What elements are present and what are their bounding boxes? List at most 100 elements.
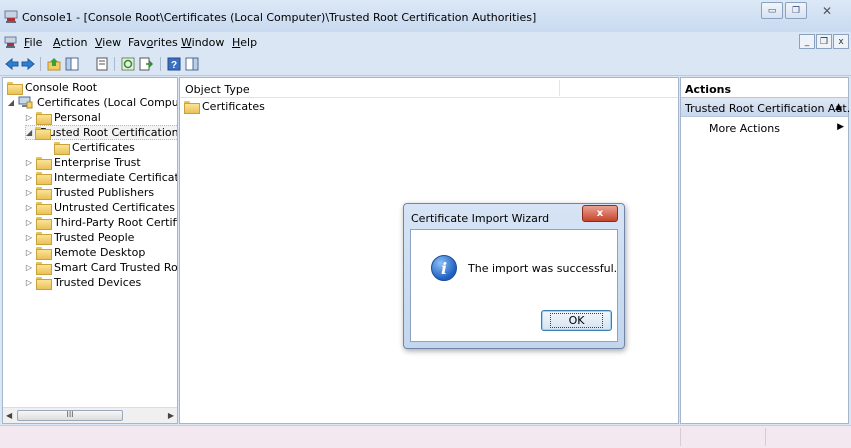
mdi-close-button[interactable]: x: [833, 34, 849, 49]
tree-item-label: Enterprise Trust: [54, 156, 141, 169]
tree-item-label: Untrusted Certificates: [54, 201, 175, 214]
tree-item-label: Certificates (Local Computer): [37, 96, 177, 109]
window-title: Console1 - [Console Root\Certificates (L…: [22, 11, 537, 24]
scroll-right-icon[interactable]: ▶: [168, 411, 174, 420]
actions-pane: Actions Trusted Root Certification Aut..…: [680, 77, 851, 424]
folder-icon: [36, 232, 52, 245]
expander-icon[interactable]: ▷: [25, 188, 33, 197]
dialog-body: i The import was successful. OK: [410, 229, 618, 342]
status-bar: [0, 425, 851, 448]
close-button[interactable]: ✕: [809, 2, 845, 19]
tree-item-intermediate-certification-authorities[interactable]: ▷ Intermediate Certification Au: [25, 170, 177, 185]
tree-item-trusted-people[interactable]: ▷ Trusted People: [25, 230, 134, 245]
expander-icon[interactable]: ▷: [25, 158, 33, 167]
dialog-close-button[interactable]: x: [582, 205, 618, 222]
expander-icon[interactable]: ▷: [25, 248, 33, 257]
help-icon[interactable]: ?: [166, 56, 182, 72]
menu-help[interactable]: Help: [232, 36, 257, 49]
tree-item-label: Trusted Devices: [54, 276, 142, 289]
folder-icon: [36, 112, 52, 125]
ok-button[interactable]: OK: [541, 310, 612, 331]
back-arrow-icon[interactable]: [4, 56, 20, 72]
tree-item-console-root[interactable]: Console Root: [7, 80, 97, 95]
expander-icon[interactable]: ▷: [25, 203, 33, 212]
info-icon: i: [431, 255, 457, 281]
list-item-certificates[interactable]: Certificates: [184, 100, 265, 114]
column-header-object-type[interactable]: Object Type: [180, 78, 678, 98]
certificate-import-wizard-dialog: Certificate Import Wizard x i The import…: [403, 203, 625, 349]
restore-button[interactable]: ❐: [785, 2, 807, 19]
tree-item-trusted-root-certification-authorities[interactable]: ◢ Trusted Root Certification Au: [25, 125, 178, 140]
column-divider[interactable]: [559, 80, 560, 96]
menu-file[interactable]: File: [24, 36, 42, 49]
tree-item-label: Third-Party Root Certification: [54, 216, 177, 229]
minimize-button[interactable]: ▭: [761, 2, 783, 19]
show-hide-tree-icon[interactable]: [64, 56, 80, 72]
export-list-icon[interactable]: [138, 56, 154, 72]
mdi-minimize-button[interactable]: _: [799, 34, 815, 49]
ok-button-label: OK: [549, 313, 604, 328]
menu-window[interactable]: Window: [181, 36, 224, 49]
tree-item-certificates-local-computer[interactable]: ◢ Certificates (Local Computer): [7, 95, 177, 110]
tree-item-trusted-devices[interactable]: ▷ Trusted Devices: [25, 275, 141, 290]
tree-item-label: Intermediate Certification Au: [54, 171, 177, 184]
tree-item-trusted-publishers[interactable]: ▷ Trusted Publishers: [25, 185, 154, 200]
console-doc-icon[interactable]: [4, 36, 17, 49]
folder-icon: [36, 247, 52, 260]
column-header-label: Object Type: [185, 83, 250, 96]
scrollbar-thumb[interactable]: III: [17, 410, 123, 421]
expander-icon[interactable]: ▷: [25, 218, 33, 227]
tree-item-certificates[interactable]: Certificates: [43, 140, 135, 155]
folder-icon: [36, 187, 52, 200]
menu-view[interactable]: View: [95, 36, 121, 49]
tree-item-smart-card-trusted-roots[interactable]: ▷ Smart Card Trusted Roots: [25, 260, 178, 275]
list-item-label: Certificates: [202, 100, 265, 113]
more-actions-link[interactable]: More Actions: [709, 122, 780, 135]
expander-icon[interactable]: ▷: [25, 173, 33, 182]
folder-icon: [36, 157, 52, 170]
console-tree: Console Root ◢ Certificates (Local Compu…: [2, 77, 178, 424]
expander-icon[interactable]: ▷: [25, 233, 33, 242]
collapse-up-icon[interactable]: ▲: [835, 102, 842, 112]
folder-icon: [36, 202, 52, 215]
tree-item-enterprise-trust[interactable]: ▷ Enterprise Trust: [25, 155, 141, 170]
show-hide-action-pane-icon[interactable]: [184, 56, 200, 72]
tree-horizontal-scrollbar[interactable]: ◀ III ▶: [3, 407, 177, 423]
mdi-restore-button[interactable]: ❐: [816, 34, 832, 49]
toolbar: ?: [0, 52, 851, 76]
svg-text:?: ?: [171, 60, 177, 71]
toolbar-separator: [40, 57, 41, 71]
tree-item-label: Trusted Root Certification Au: [39, 126, 178, 139]
folder-icon: [7, 82, 23, 95]
menu-bar: File Action View Favorites Window Help _…: [0, 32, 851, 52]
tree-item-untrusted-certificates[interactable]: ▷ Untrusted Certificates: [25, 200, 175, 215]
mmc-app-icon[interactable]: [4, 10, 18, 24]
dialog-message: The import was successful.: [468, 262, 618, 275]
folder-icon: [36, 262, 52, 275]
menu-favorites[interactable]: Favorites: [128, 36, 178, 49]
tree-item-label: Remote Desktop: [54, 246, 146, 259]
actions-section-header[interactable]: Trusted Root Certification Aut... ▲: [681, 97, 851, 117]
scroll-left-icon[interactable]: ◀: [6, 411, 12, 420]
expander-icon[interactable]: ▷: [25, 113, 33, 122]
expander-icon[interactable]: ◢: [7, 98, 15, 107]
tree-item-third-party-root-certification-authorities[interactable]: ▷ Third-Party Root Certification: [25, 215, 177, 230]
tree-item-label: Certificates: [72, 141, 135, 154]
toolbar-separator: [114, 57, 115, 71]
forward-arrow-icon[interactable]: [20, 56, 36, 72]
tree-item-personal[interactable]: ▷ Personal: [25, 110, 101, 125]
actions-section-label: Trusted Root Certification Aut...: [685, 102, 851, 115]
up-folder-icon[interactable]: [46, 56, 62, 72]
refresh-icon[interactable]: [120, 56, 136, 72]
actions-title: Actions: [685, 83, 731, 96]
submenu-arrow-icon[interactable]: ▶: [837, 122, 844, 132]
expander-icon[interactable]: ▷: [25, 263, 33, 272]
expander-icon[interactable]: ◢: [26, 128, 32, 137]
tree-item-label: Trusted Publishers: [54, 186, 155, 199]
expander-icon[interactable]: ▷: [25, 278, 33, 287]
computer-certificates-icon: [18, 96, 33, 109]
menu-action[interactable]: Action: [53, 36, 87, 49]
tree-item-label: Smart Card Trusted Roots: [54, 261, 178, 274]
tree-item-remote-desktop[interactable]: ▷ Remote Desktop: [25, 245, 145, 260]
properties-icon[interactable]: [94, 56, 110, 72]
